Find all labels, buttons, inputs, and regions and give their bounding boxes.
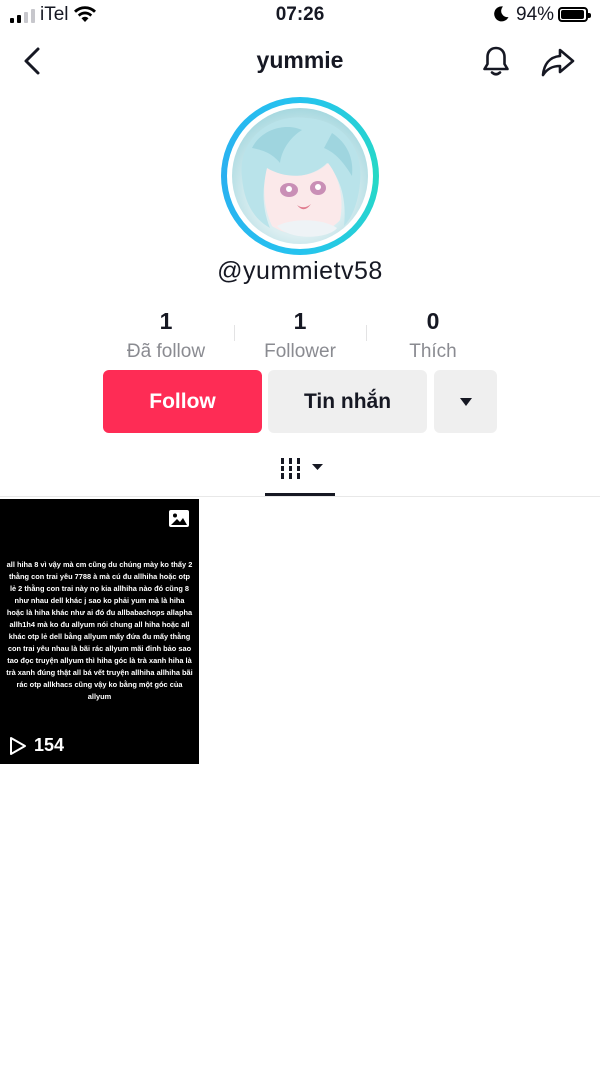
avatar[interactable] bbox=[221, 97, 379, 255]
tab-divider bbox=[0, 496, 600, 497]
view-count: 154 bbox=[9, 735, 64, 756]
notification-button[interactable] bbox=[479, 44, 513, 83]
caret-down-icon bbox=[459, 397, 472, 406]
stat-followers-value: 1 bbox=[293, 308, 307, 334]
stat-followers-label: Follower bbox=[264, 341, 336, 362]
share-button[interactable] bbox=[540, 45, 576, 84]
follow-button[interactable]: Follow bbox=[103, 370, 262, 433]
stat-following-label: Đã follow bbox=[126, 341, 206, 362]
avatar-image bbox=[232, 108, 368, 244]
stat-likes[interactable]: 0 Thích bbox=[363, 308, 503, 363]
battery-icon bbox=[558, 7, 591, 22]
stat-likes-label: Thích bbox=[409, 341, 457, 362]
view-count-value: 154 bbox=[34, 735, 65, 755]
share-arrow-icon bbox=[541, 48, 575, 77]
clock: 07:26 bbox=[275, 4, 325, 25]
profile-username: @yummietv58 bbox=[217, 257, 383, 285]
do-not-disturb-icon bbox=[492, 5, 510, 28]
photo-post-icon bbox=[168, 509, 190, 533]
grid-view-icon bbox=[279, 458, 323, 479]
battery-percent: 94% bbox=[516, 4, 555, 25]
video-caption: all hiha 8 vì vậy mà cm cũng du chúng mà… bbox=[6, 560, 193, 701]
stat-following-value: 1 bbox=[159, 308, 173, 334]
status-bar: iTel 07:26 94% bbox=[0, 0, 600, 30]
bell-icon bbox=[483, 46, 509, 76]
stat-following[interactable]: 1 Đã follow bbox=[96, 308, 236, 363]
more-options-button[interactable] bbox=[434, 370, 497, 433]
message-button[interactable]: Tin nhắn bbox=[268, 370, 427, 433]
stat-followers[interactable]: 1 Follower bbox=[230, 308, 370, 363]
anime-character-avatar-icon bbox=[241, 117, 361, 237]
play-icon bbox=[10, 736, 26, 755]
video-tile[interactable]: all hiha 8 vì vậy mà cm cũng du chúng mà… bbox=[0, 499, 199, 764]
stat-likes-value: 0 bbox=[426, 308, 440, 334]
tab-videos[interactable] bbox=[265, 450, 335, 496]
